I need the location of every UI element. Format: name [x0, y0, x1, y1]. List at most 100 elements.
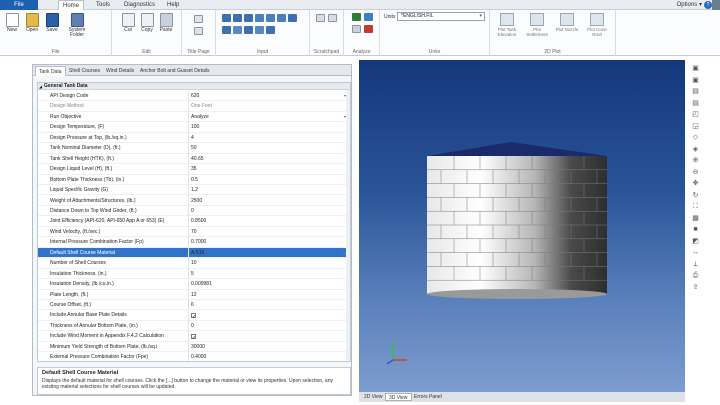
fit-view-icon[interactable]: ⛶: [691, 202, 700, 211]
property-row[interactable]: Default Shell Course Material A-516...: [38, 247, 350, 259]
analyze-icon[interactable]: [352, 13, 361, 21]
roof-icon[interactable]: [233, 14, 242, 22]
new-button[interactable]: New: [4, 13, 20, 33]
title-page-icon[interactable]: [194, 15, 203, 23]
appendix-icon[interactable]: [244, 26, 253, 34]
tab-tank-data[interactable]: Tank Data: [35, 66, 66, 76]
units-select[interactable]: *ENGLISH.FIL ▾: [397, 12, 485, 21]
shaded-icon[interactable]: ◩: [691, 237, 700, 246]
property-row[interactable]: Design Liquid Level (H), (ft.) 35: [38, 164, 350, 175]
property-value[interactable]: 0.5: [188, 174, 338, 186]
property-row[interactable]: Course Offset, (ft.) 6: [38, 300, 350, 311]
property-value[interactable]: 4: [188, 132, 338, 144]
grid-icon[interactable]: [233, 26, 242, 34]
shell-icon[interactable]: [222, 14, 231, 22]
view-back-icon[interactable]: ▣: [691, 76, 700, 85]
property-value[interactable]: [188, 331, 338, 342]
tab-2d-view[interactable]: 2D View: [361, 393, 386, 401]
tab-errors-panel[interactable]: Errors Panel: [411, 393, 445, 401]
plot-cone-roof-button[interactable]: Plot Cone Roof: [584, 13, 610, 37]
dimension-tool-icon[interactable]: ↔: [691, 248, 700, 257]
save-button[interactable]: Save: [44, 13, 60, 33]
property-value[interactable]: Analyze: [188, 111, 338, 123]
pan-icon[interactable]: ✥: [691, 179, 700, 188]
nozzle-icon[interactable]: [244, 14, 253, 22]
copy-button[interactable]: Copy: [139, 13, 155, 33]
tab-shell-courses[interactable]: Shell Courses: [66, 66, 103, 76]
property-row[interactable]: Design Pressure at Top, (lb./sq.in.) 4: [38, 132, 350, 144]
view-top-icon[interactable]: ◰: [691, 110, 700, 119]
property-row[interactable]: Include Annular Base Plate Details: [38, 310, 350, 321]
property-row[interactable]: Plate Length, (ft.) 12: [38, 289, 350, 300]
property-value[interactable]: 100: [188, 122, 338, 133]
section-header[interactable]: ◢ General Tank Data: [38, 83, 350, 90]
property-value[interactable]: A-516: [188, 247, 338, 259]
property-value[interactable]: 35: [188, 164, 338, 175]
property-value[interactable]: [188, 310, 338, 321]
property-value[interactable]: 10: [188, 258, 338, 269]
refresh-icon[interactable]: [364, 13, 373, 21]
open-button[interactable]: Open: [24, 13, 40, 33]
print-view-icon[interactable]: ⎙: [691, 271, 700, 280]
tab-wind-details[interactable]: Wind Details: [103, 66, 137, 76]
property-row[interactable]: Design Method One Foot: [38, 101, 350, 112]
property-row[interactable]: Wind Velocity, (ft./sec.) 70: [38, 226, 350, 238]
view-right-icon[interactable]: ▤: [691, 99, 700, 108]
tab-tools[interactable]: Tools: [92, 0, 114, 10]
property-value[interactable]: 40.65: [188, 153, 338, 165]
property-row[interactable]: Joint Efficiency (API-620, API-650 App A…: [38, 216, 350, 227]
plot-nozzle-button[interactable]: Plot Nozzle: [554, 13, 580, 32]
property-row[interactable]: Thickness of Annular Bottom Plate, (in.)…: [38, 320, 350, 332]
solid-icon[interactable]: ■: [691, 225, 700, 234]
property-value[interactable]: 70: [188, 226, 338, 238]
property-value[interactable]: 0: [188, 205, 338, 217]
iso-view-icon[interactable]: ◇: [691, 133, 700, 142]
seismic-icon[interactable]: [266, 14, 275, 22]
tab-diagnostics[interactable]: Diagnostics: [120, 0, 159, 10]
dimension-icon[interactable]: [255, 26, 264, 34]
options-menu[interactable]: Options ▾: [677, 0, 702, 10]
checkbox[interactable]: [191, 333, 196, 342]
property-value[interactable]: 12: [188, 289, 338, 300]
property-value[interactable]: 30000: [188, 341, 338, 353]
property-row[interactable]: Design Temperature, (F) 100: [38, 122, 350, 133]
grid-scrollbar[interactable]: [346, 90, 350, 361]
tab-3d-view[interactable]: 3D View: [385, 393, 412, 401]
material-icon[interactable]: [222, 26, 231, 34]
property-row[interactable]: Liquid Specific Gravity (G) 1.2: [38, 185, 350, 196]
plot-settlement-button[interactable]: Plot Settlement: [524, 13, 550, 37]
property-value[interactable]: 0.009981: [188, 279, 338, 290]
property-value[interactable]: 1.2: [188, 185, 338, 196]
property-row[interactable]: Tank Nominal Diameter (D), (ft.) 50: [38, 143, 350, 154]
tab-anchor-bolt-gusset[interactable]: Anchor Bolt and Gusset Details: [137, 66, 212, 76]
wireframe-icon[interactable]: ▦: [691, 214, 700, 223]
property-row[interactable]: API Design Code 620 ▾: [38, 91, 350, 102]
help-icon[interactable]: ?: [704, 1, 712, 9]
plot-tank-elevation-button[interactable]: Plot Tank Elevation: [494, 13, 520, 37]
view-front-icon[interactable]: ▣: [691, 64, 700, 73]
property-value[interactable]: 0.4000: [188, 352, 338, 361]
anchor-icon[interactable]: [288, 14, 297, 22]
load-icon[interactable]: [266, 26, 275, 34]
paste-button[interactable]: Paste: [158, 13, 174, 33]
property-value[interactable]: 0: [188, 320, 338, 332]
wind-icon[interactable]: [255, 14, 264, 22]
property-value[interactable]: 50: [188, 143, 338, 154]
zoom-out-icon[interactable]: ⊖: [691, 168, 700, 177]
view-bottom-icon[interactable]: ◲: [691, 122, 700, 131]
view-left-icon[interactable]: ▤: [691, 87, 700, 96]
property-row[interactable]: Distance Down to Top Wind Girder, (ft.) 0: [38, 205, 350, 217]
property-row[interactable]: External Pressure Combination Factor (Fp…: [38, 352, 350, 361]
property-value[interactable]: 0.8500: [188, 216, 338, 227]
property-row[interactable]: Include Wind Moment in Appendix F.4.2 Ca…: [38, 331, 350, 342]
property-value[interactable]: 620: [188, 91, 338, 102]
file-menu[interactable]: File: [0, 0, 38, 10]
zoom-in-icon[interactable]: ⊕: [691, 156, 700, 165]
rotate-icon[interactable]: ↻: [691, 191, 700, 200]
error-check-icon[interactable]: [364, 25, 373, 33]
checkbox[interactable]: [191, 312, 196, 321]
3d-viewport[interactable]: [359, 60, 685, 392]
property-value[interactable]: 0.7000: [188, 237, 338, 248]
settlement-icon[interactable]: [277, 14, 286, 22]
property-row[interactable]: Run Objective Analyze ▾: [38, 111, 350, 123]
